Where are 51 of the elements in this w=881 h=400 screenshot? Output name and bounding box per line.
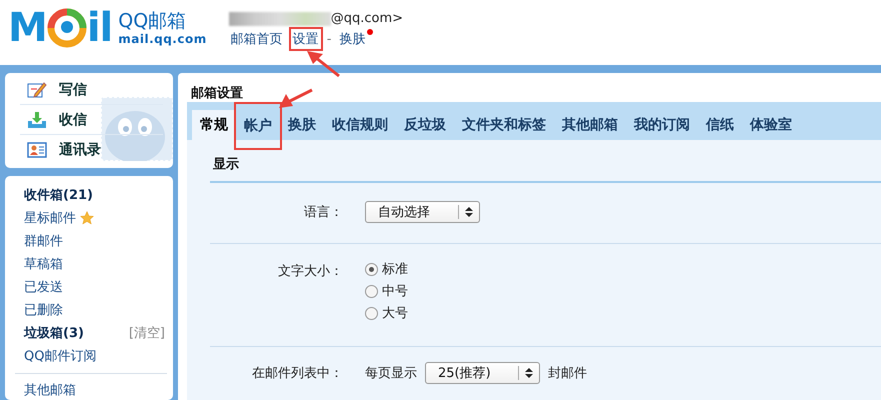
radio-button[interactable]: [365, 306, 378, 320]
settings-tab[interactable]: 体验室: [742, 110, 800, 140]
folder-item[interactable]: 草稿箱: [24, 254, 63, 272]
section-title: 显示: [210, 150, 881, 183]
folder-item[interactable]: 已删除: [24, 300, 63, 318]
radio-button[interactable]: [365, 262, 378, 276]
header-link[interactable]: 邮箱首页: [228, 29, 285, 49]
logo-letters: il: [86, 8, 112, 48]
dropdown[interactable]: 自动选择: [365, 201, 480, 223]
setting-text: 封邮件: [548, 365, 587, 382]
brand-domain: mail.qq.com: [118, 32, 207, 46]
settings-tab[interactable]: 其他邮箱: [554, 110, 626, 140]
page-title: 邮箱设置: [191, 85, 243, 102]
setting-label: 文字大小：: [277, 263, 344, 281]
radio-button[interactable]: [365, 284, 378, 298]
arrow-annotation: [278, 88, 314, 110]
settings-tab[interactable]: 文件夹和标签: [454, 110, 554, 140]
contact-card-icon: [27, 142, 47, 158]
folder-item[interactable]: 垃圾箱(3): [24, 324, 84, 342]
setting-label: 在邮件列表中：: [251, 365, 344, 383]
setting-text: 每页显示: [365, 365, 417, 382]
logo-icon: [46, 8, 87, 48]
radio-option[interactable]: 大号: [365, 304, 408, 322]
settings-tab[interactable]: 我的订阅: [626, 110, 698, 140]
folder-item[interactable]: 其他邮箱: [24, 380, 76, 398]
folder-item[interactable]: QQ邮件订阅: [24, 346, 96, 364]
header-link[interactable]: 换肤: [337, 29, 368, 49]
download-tray-icon: [27, 110, 47, 128]
settings-tab[interactable]: 收信规则: [324, 110, 396, 140]
updown-icon: [465, 207, 473, 217]
settings-tab[interactable]: 换肤: [280, 110, 324, 140]
setting-label: 语言：: [303, 204, 344, 222]
compose-icon: [27, 80, 47, 98]
settings-tab[interactable]: 帐户: [236, 104, 280, 148]
updown-icon: [525, 368, 533, 378]
settings-tab[interactable]: 信纸: [698, 110, 742, 140]
radio-option[interactable]: 标准: [365, 260, 408, 278]
folder-item[interactable]: 群邮件: [24, 232, 63, 250]
logo-letter: M: [8, 8, 47, 48]
separator: -: [326, 32, 332, 46]
folder-item[interactable]: 星标邮件: [24, 208, 94, 226]
brand-name: QQ邮箱: [118, 10, 188, 32]
dropdown[interactable]: 25(推荐): [425, 362, 540, 384]
folder-item[interactable]: 收件箱(21): [24, 186, 93, 204]
folder-item[interactable]: 已发送: [24, 278, 63, 296]
radio-option[interactable]: 中号: [365, 282, 408, 300]
header-link[interactable]: 设置: [290, 29, 321, 49]
settings-tab[interactable]: 常规: [192, 110, 236, 140]
settings-tab[interactable]: 反垃圾: [396, 110, 454, 140]
clear-link[interactable]: [清空]: [128, 324, 165, 342]
account-address: @qq.com>: [330, 11, 404, 26]
